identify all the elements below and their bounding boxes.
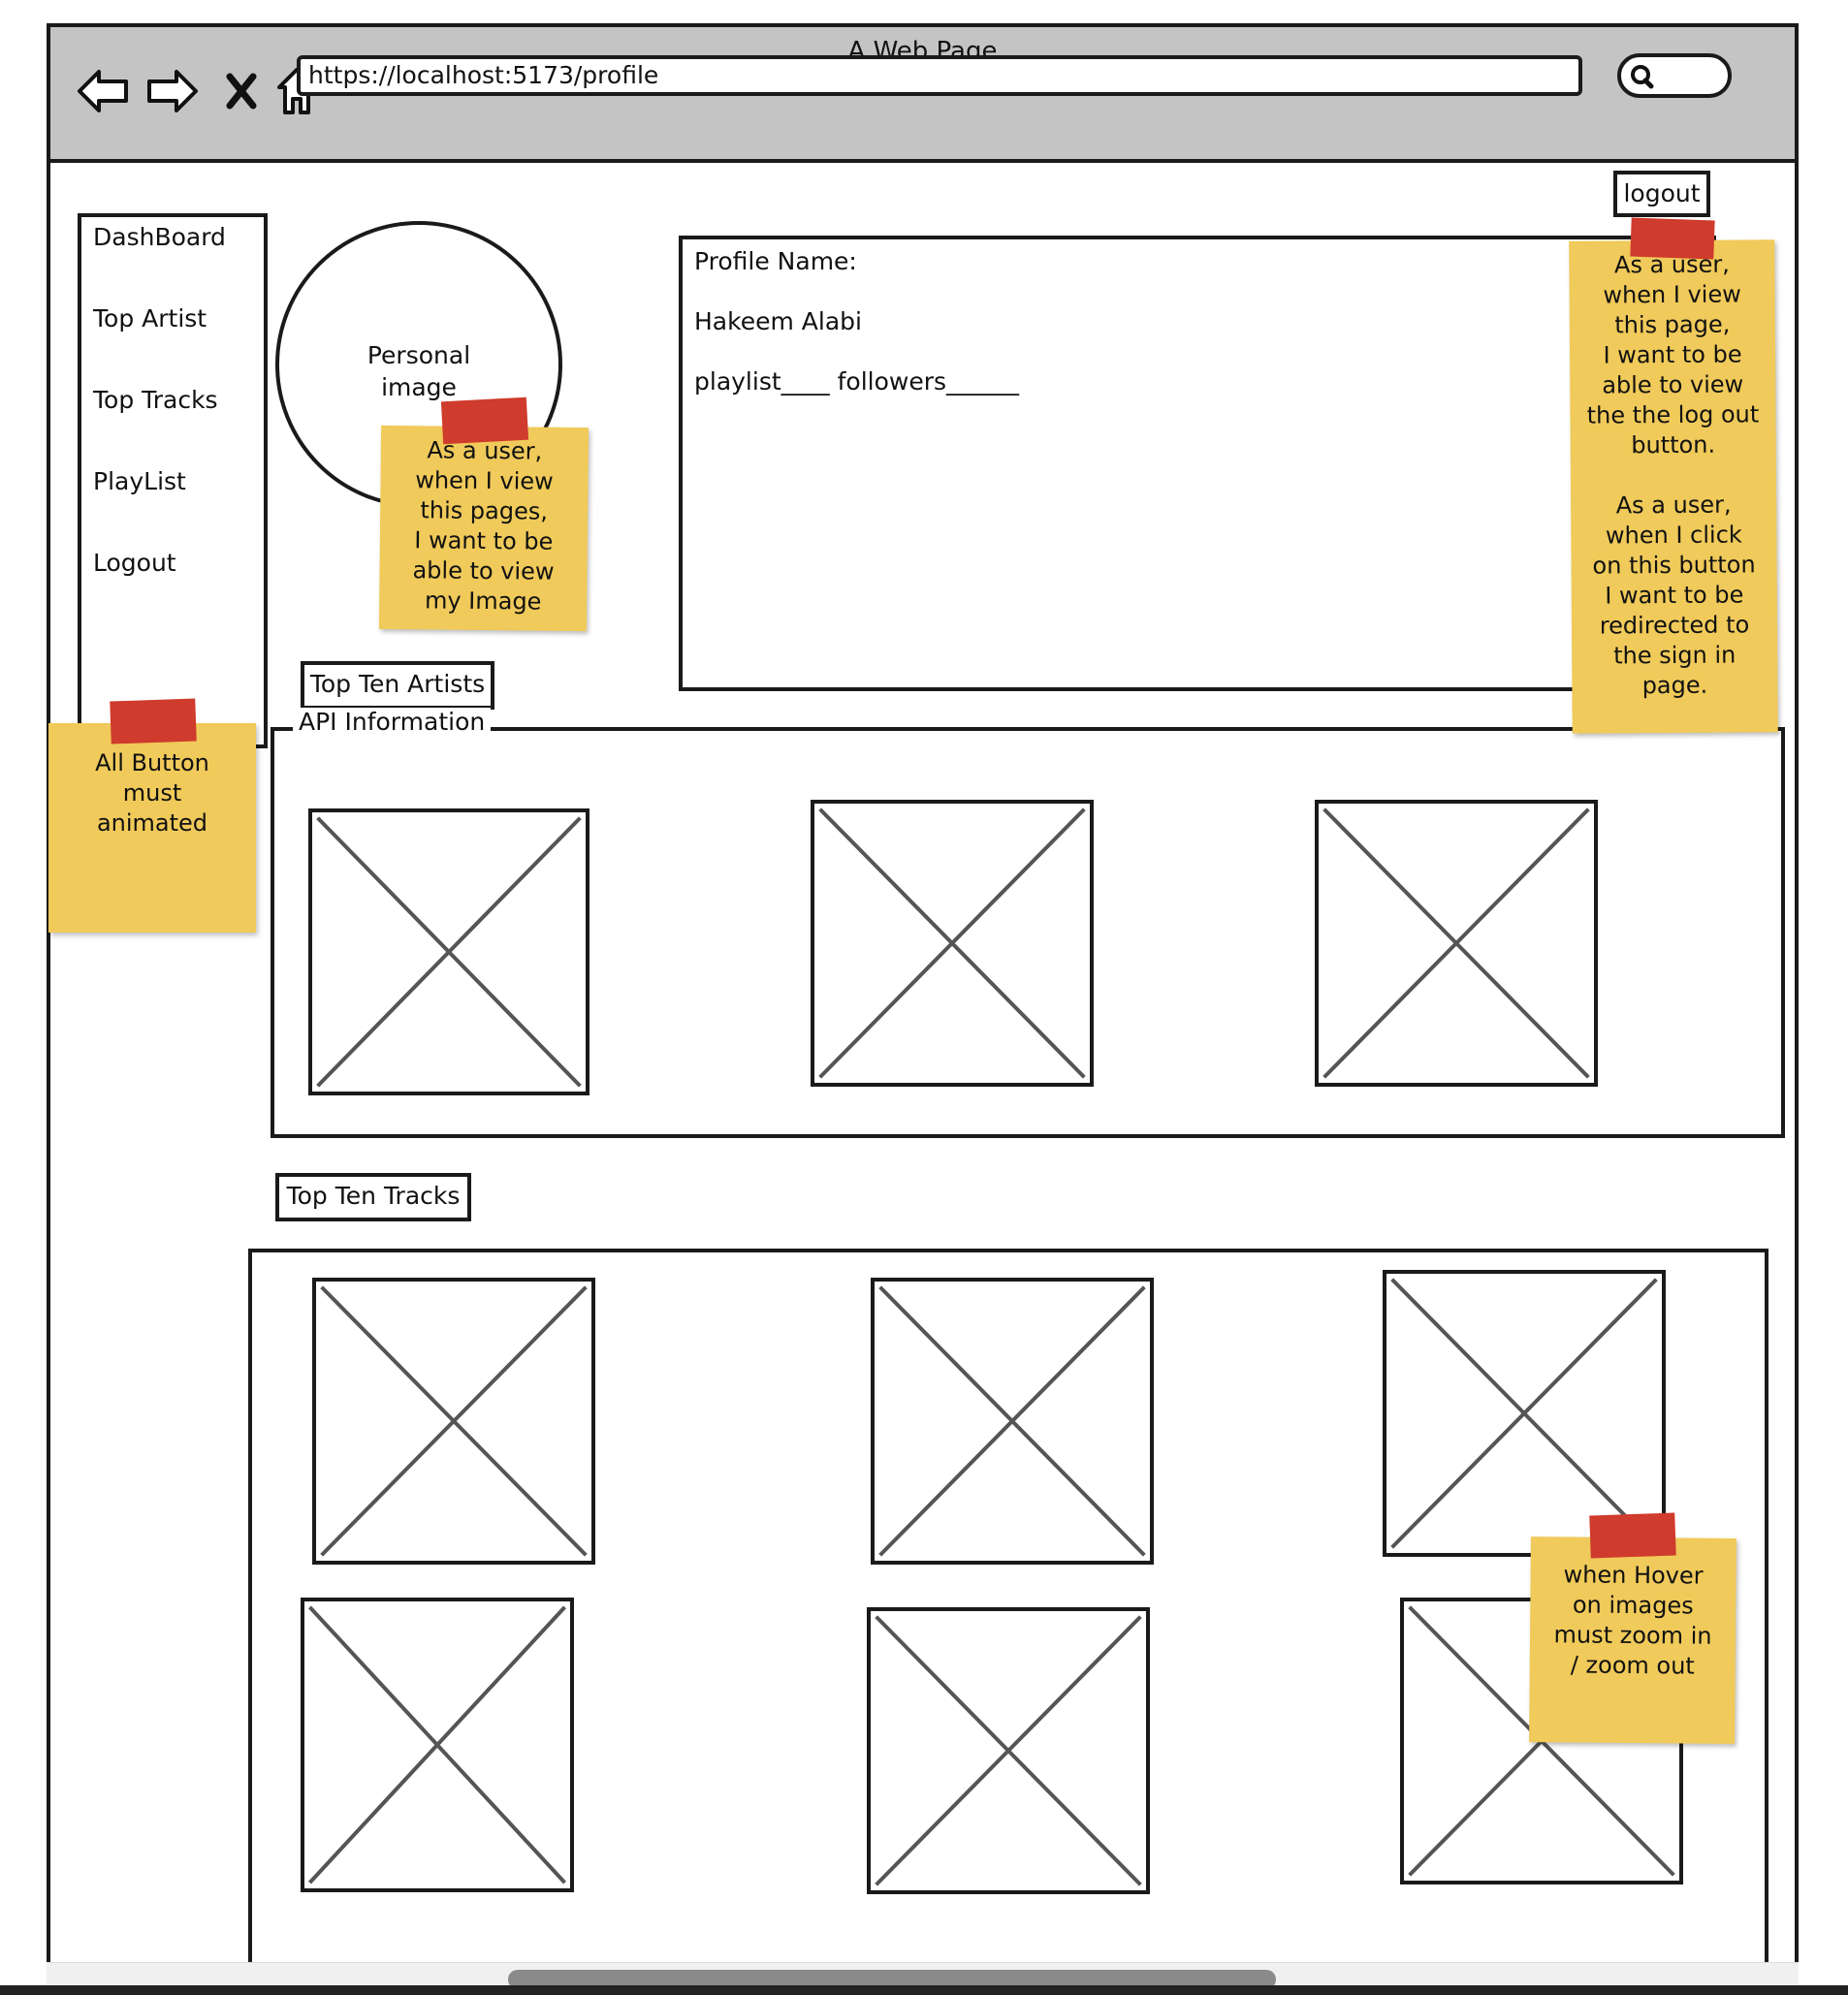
note-line: / zoom out [1570, 1651, 1695, 1680]
track-image-placeholder[interactable] [867, 1607, 1150, 1894]
top-ten-artists-button[interactable]: Top Ten Artists [301, 661, 494, 710]
note-line: my Image [424, 586, 542, 616]
note-line: button. [1631, 430, 1716, 459]
note-line: when I view [1603, 280, 1741, 309]
artist-image-placeholder[interactable] [308, 808, 589, 1095]
note-line: animated [96, 809, 208, 837]
track-image-placeholder[interactable] [312, 1278, 595, 1565]
note-line: on images [1572, 1591, 1694, 1620]
note-line: the the log out [1586, 400, 1760, 429]
logout-button[interactable]: logout [1613, 171, 1710, 217]
artist-image-placeholder[interactable] [1315, 800, 1598, 1087]
note-line: As a user, [1615, 491, 1732, 520]
tape-decoration [1630, 217, 1715, 260]
track-image-placeholder[interactable] [301, 1598, 574, 1892]
browser-search[interactable] [1617, 53, 1732, 98]
note-line: able to view [1602, 370, 1744, 399]
sidebar-item-top-artist[interactable]: Top Artist [93, 304, 207, 332]
note-line: I want to be [1603, 340, 1742, 369]
close-icon[interactable] [225, 72, 258, 111]
avatar-label: Personal image [279, 339, 558, 403]
note-line: the sign in [1613, 641, 1736, 670]
sidebar-item-logout[interactable]: Logout [93, 549, 176, 577]
sticky-note-hover: when Hover on images must zoom in / zoom… [1529, 1536, 1736, 1744]
back-arrow-icon[interactable] [76, 68, 130, 114]
window-bottom-edge [0, 1985, 1848, 1995]
tape-decoration [110, 698, 197, 744]
top-ten-tracks-button[interactable]: Top Ten Tracks [275, 1173, 471, 1221]
note-line: this pages, [420, 496, 549, 525]
sidebar-item-playlist[interactable]: PlayList [93, 467, 186, 495]
note-line: redirected to [1599, 611, 1750, 640]
profile-name-value: Hakeem Alabi [694, 307, 862, 335]
sticky-note-buttons: All Button must animated [48, 723, 256, 933]
address-bar[interactable]: https://localhost:5173/profile [297, 55, 1582, 96]
sticky-note-image: As a user, when I view this pages, I wan… [378, 425, 589, 632]
note-line: when I view [415, 466, 554, 495]
tape-decoration [1589, 1512, 1676, 1559]
profile-stats: playlist____ followers______ [694, 367, 1020, 396]
sidebar: DashBoard Top Artist Top Tracks PlayList… [78, 213, 268, 748]
note-line: must [122, 779, 182, 807]
note-line: this page, [1614, 310, 1731, 339]
note-spacer [1571, 459, 1776, 491]
note-line: must zoom in [1553, 1621, 1712, 1650]
avatar-label-line1: Personal [366, 341, 471, 369]
note-line: able to view [412, 556, 555, 586]
note-line: on this button [1592, 551, 1756, 580]
note-line: when I click [1605, 521, 1742, 550]
artist-image-placeholder[interactable] [811, 800, 1094, 1087]
profile-info-panel: Profile Name: Hakeem Alabi playlist____ … [679, 236, 1716, 691]
profile-name-label: Profile Name: [694, 247, 857, 275]
api-information-legend: API Information [293, 708, 492, 737]
note-line: I want to be [1605, 581, 1744, 610]
search-icon [1631, 65, 1654, 89]
forward-arrow-icon[interactable] [145, 68, 200, 114]
note-line: All Button [95, 749, 209, 776]
note-line: when Hover [1563, 1561, 1704, 1590]
sidebar-item-dashboard[interactable]: DashBoard [93, 223, 226, 251]
sidebar-item-top-tracks[interactable]: Top Tracks [93, 386, 218, 414]
note-line: I want to be [414, 526, 554, 555]
note-line: page. [1641, 671, 1708, 700]
tape-decoration [440, 396, 529, 445]
sticky-note-logout: As a user, when I view this page, I want… [1569, 239, 1778, 734]
track-image-placeholder[interactable] [871, 1278, 1154, 1565]
